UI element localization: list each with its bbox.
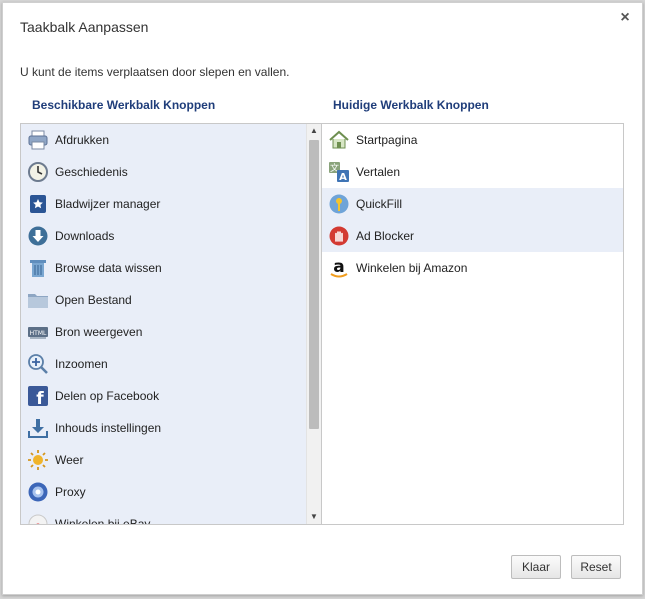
available-item-label: Open Bestand xyxy=(55,293,132,307)
available-item-label: Downloads xyxy=(55,229,115,243)
done-button[interactable]: Klaar xyxy=(511,555,561,579)
stop-hand-icon xyxy=(328,225,350,247)
current-buttons-header: Huidige Werkbalk Knoppen xyxy=(333,98,489,112)
scroll-thumb[interactable] xyxy=(309,140,319,429)
available-item-label: Geschiedenis xyxy=(55,165,128,179)
translate-icon: 文A xyxy=(328,161,350,183)
close-icon[interactable]: × xyxy=(618,10,632,26)
clock-icon xyxy=(27,161,49,183)
available-item-label: Browse data wissen xyxy=(55,261,162,275)
available-item[interactable]: Afdrukken xyxy=(21,124,321,156)
download-tray-icon xyxy=(27,417,49,439)
current-item-label: Vertalen xyxy=(356,165,401,179)
available-item-label: Bron weergeven xyxy=(55,325,143,339)
current-item-label: Ad Blocker xyxy=(356,229,415,243)
available-item-label: Afdrukken xyxy=(55,133,110,147)
available-item-label: Delen op Facebook xyxy=(55,389,160,403)
available-item[interactable]: HTML Bron weergeven xyxy=(21,316,321,348)
bookmark-star-icon xyxy=(27,193,49,215)
available-item-label: Winkelen bij eBay xyxy=(55,517,151,525)
current-item-label: QuickFill xyxy=(356,197,403,211)
customize-toolbar-dialog: Taakbalk Aanpassen × U kunt de items ver… xyxy=(2,2,643,595)
available-buttons-header: Beschikbare Werkbalk Knoppen xyxy=(32,98,216,112)
available-item-label: Bladwijzer manager xyxy=(55,197,161,211)
available-item[interactable]: Inzoomen xyxy=(21,348,321,380)
printer-icon xyxy=(27,129,49,151)
instructions-text: U kunt de items verplaatsen door slepen … xyxy=(20,65,290,79)
available-item[interactable]: e Winkelen bij eBay xyxy=(21,508,321,525)
current-item[interactable]: 文 A Vertalen xyxy=(322,156,623,188)
available-buttons-list[interactable]: Afdrukken Geschiedenis Bladwijzer manager D… xyxy=(20,123,322,525)
scroll-up-arrow-icon[interactable]: ▲ xyxy=(307,124,321,138)
scroll-down-arrow-icon[interactable]: ▼ xyxy=(307,510,321,524)
available-item-label: Proxy xyxy=(55,485,86,499)
amazon-icon: a xyxy=(328,257,350,279)
dialog-title: Taakbalk Aanpassen xyxy=(20,19,149,35)
available-item[interactable]: Weer xyxy=(21,444,321,476)
html-source-icon: HTML xyxy=(27,321,49,343)
facebook-icon: f xyxy=(27,385,49,407)
current-item[interactable]: QuickFill xyxy=(322,188,623,220)
trash-icon xyxy=(27,257,49,279)
svg-text:f: f xyxy=(36,389,44,407)
available-item[interactable]: Inhouds instellingen xyxy=(21,412,321,444)
current-item[interactable]: Startpagina xyxy=(322,124,623,156)
available-item[interactable]: Open Bestand xyxy=(21,284,321,316)
home-icon xyxy=(328,129,350,151)
weather-sun-icon xyxy=(27,449,49,471)
svg-text:a: a xyxy=(333,257,344,277)
available-item[interactable]: Downloads xyxy=(21,220,321,252)
zoom-in-icon xyxy=(27,353,49,375)
ebay-icon: e xyxy=(27,513,49,525)
available-item[interactable]: Proxy xyxy=(21,476,321,508)
svg-text:A: A xyxy=(339,172,347,183)
available-item[interactable]: Browse data wissen xyxy=(21,252,321,284)
available-item-label: Inhouds instellingen xyxy=(55,421,162,435)
available-item-label: Weer xyxy=(55,453,84,467)
folder-icon xyxy=(27,289,49,311)
current-item-label: Winkelen bij Amazon xyxy=(356,261,468,275)
key-icon xyxy=(328,193,350,215)
proxy-icon xyxy=(27,481,49,503)
available-item-label: Inzoomen xyxy=(55,357,108,371)
current-item[interactable]: Ad Blocker xyxy=(322,220,623,252)
current-buttons-list[interactable]: Startpagina 文 A Vertalen QuickFill Ad Blocker… xyxy=(321,123,624,525)
download-arrow-icon xyxy=(27,225,49,247)
available-item[interactable]: f Delen op Facebook xyxy=(21,380,321,412)
svg-text:HTML: HTML xyxy=(30,330,47,337)
svg-text:e: e xyxy=(35,521,41,525)
available-item[interactable]: Bladwijzer manager xyxy=(21,188,321,220)
available-item[interactable]: Geschiedenis xyxy=(21,156,321,188)
scrollbar[interactable]: ▲ ▼ xyxy=(306,124,321,524)
current-item-label: Startpagina xyxy=(356,133,418,147)
current-item[interactable]: a Winkelen bij Amazon xyxy=(322,252,623,284)
reset-button[interactable]: Reset xyxy=(571,555,621,579)
